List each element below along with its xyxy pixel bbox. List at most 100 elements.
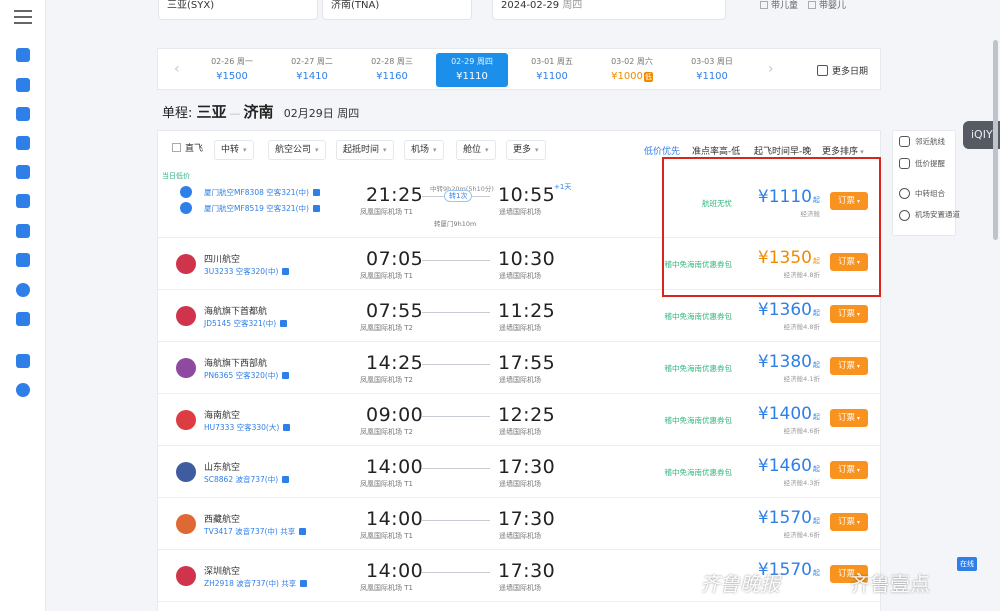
- flight-number[interactable]: PN6365 空客320(中): [204, 370, 290, 381]
- hotel-icon[interactable]: [16, 48, 30, 62]
- filter-cabin[interactable]: 舱位 ▾: [456, 140, 496, 160]
- cabin-class: 经济舱4.1折: [783, 375, 820, 383]
- date-tab[interactable]: 02-29 周四 ¥1110: [436, 53, 508, 87]
- price-alert-tool[interactable]: 低价提醒: [893, 153, 955, 175]
- price: ¥1460起: [757, 456, 820, 476]
- aircraft-info-icon[interactable]: [283, 424, 291, 431]
- date-tab[interactable]: 02-28 周三 ¥1160: [356, 53, 428, 87]
- transfer-combo-tool[interactable]: 中转组合: [893, 183, 955, 205]
- flight-number[interactable]: JD5145 空客321(中): [204, 318, 288, 329]
- service-icon[interactable]: [16, 383, 30, 397]
- ticket-icon[interactable]: [16, 165, 30, 179]
- departure-time: 09:00: [366, 404, 424, 426]
- global-icon[interactable]: [16, 283, 30, 297]
- filter-airport[interactable]: 机场 ▾: [404, 140, 444, 160]
- aircraft-info-icon[interactable]: [312, 189, 320, 196]
- online-badge[interactable]: 在线: [957, 557, 977, 571]
- aircraft-info-icon[interactable]: [312, 205, 320, 212]
- flight-number[interactable]: 厦门航空MF8519 空客321(中): [204, 203, 320, 214]
- date-tab-date: 03-01: [531, 57, 555, 66]
- aircraft-info-icon[interactable]: [299, 528, 307, 535]
- aircraft-info-icon[interactable]: [300, 580, 308, 587]
- hamburger-menu-icon[interactable]: [14, 10, 32, 24]
- flight-row[interactable]: 西藏航空 TV3417 波音737(中) 共享 14:00 17:30 凤凰国际机场 T…: [158, 498, 880, 550]
- flight-row[interactable]: 海航旗下首都航 JD5145 空客321(中) 07:55 11:25 凤凰国际机场 T…: [158, 290, 880, 342]
- promo-label[interactable]: 稽中免海南优惠券包: [665, 363, 733, 374]
- flight-number[interactable]: 厦门航空MF8308 空客321(中): [204, 187, 320, 198]
- aircraft-info-icon[interactable]: [282, 476, 290, 483]
- promo-label[interactable]: 稽中免海南优惠券包: [665, 311, 733, 322]
- flight-number[interactable]: SC8862 波音737(中): [204, 474, 290, 485]
- promo-label[interactable]: 稽中免海南优惠券包: [665, 467, 733, 478]
- flight-row[interactable]: 山东航空 SC8862 波音737(中) 14:00 17:30 凤凰国际机场 T1 遥墙…: [158, 446, 880, 498]
- transfer-city: 转厦门9h10m: [434, 220, 477, 228]
- transfer-badge[interactable]: 转1次: [444, 190, 473, 202]
- airline-name: 四川航空: [204, 255, 241, 265]
- departure-time: 14:00: [366, 456, 424, 478]
- highlight-box: [662, 157, 881, 297]
- flight-row[interactable]: 海航旗下西部航 PN6365 空客320(中) 14:25 17:55 凤凰国际机场 T…: [158, 342, 880, 394]
- date-tab-date: 03-03: [691, 57, 715, 66]
- route-line: [422, 468, 490, 469]
- book-button[interactable]: 订票 ▾: [830, 357, 868, 375]
- book-button[interactable]: 订票 ▾: [830, 513, 868, 531]
- promo-label[interactable]: 稽中免海南优惠券包: [665, 415, 733, 426]
- flight-row[interactable]: 海南航空 HU7333 空客330(大) 09:00 12:25 凤凰国际机场 T2 遥墙…: [158, 394, 880, 446]
- ship-icon[interactable]: [16, 224, 30, 238]
- sort-on-time[interactable]: 准点率高-低: [692, 144, 740, 157]
- scrollbar[interactable]: [993, 40, 998, 240]
- departure-airport: 凤凰国际机场 T1: [360, 584, 413, 592]
- card-icon[interactable]: [16, 312, 30, 326]
- airport-security-tool[interactable]: 机场安置通道: [893, 205, 960, 235]
- filter-more[interactable]: 更多 ▾: [506, 140, 546, 160]
- date-tab-price: ¥1500: [216, 71, 248, 82]
- infant-checkbox[interactable]: 带婴儿: [808, 0, 846, 12]
- flight-number[interactable]: TV3417 波音737(中) 共享: [204, 526, 307, 537]
- watermark-right: 齐鲁壹点: [850, 572, 930, 596]
- nonstop-checkbox[interactable]: 直飞: [172, 140, 209, 160]
- date-tab-date: 02-27: [291, 57, 315, 66]
- date-field[interactable]: 2024-02-29 周四: [492, 0, 726, 20]
- car-icon[interactable]: [16, 253, 30, 267]
- book-button[interactable]: 订票 ▾: [830, 305, 868, 323]
- bus-icon[interactable]: [16, 194, 30, 208]
- aircraft-info-icon[interactable]: [282, 268, 290, 275]
- side-tools: 邻近航线 低价提醒 中转组合 机场安置通道: [892, 130, 960, 236]
- flight-number[interactable]: 3U3233 空客320(中): [204, 266, 290, 277]
- date-tab[interactable]: 03-03 周日 ¥1100: [676, 53, 748, 87]
- filter-airline[interactable]: 航空公司 ▾: [268, 140, 326, 160]
- from-city-field[interactable]: 三亚(SYX): [158, 0, 318, 20]
- chevron-down-icon: ▾: [857, 519, 861, 526]
- sort-more[interactable]: 更多排序 ▾: [822, 144, 864, 157]
- flight-icon[interactable]: [16, 78, 30, 92]
- app-icon[interactable]: [16, 354, 30, 368]
- more-dates-button[interactable]: 更多日期: [816, 64, 868, 77]
- next-dates-icon[interactable]: ›: [768, 61, 774, 77]
- sort-departure[interactable]: 起飞时间早-晚: [754, 144, 811, 157]
- aircraft-info-icon[interactable]: [280, 320, 288, 327]
- date-tab[interactable]: 02-27 周二 ¥1410: [276, 53, 348, 87]
- date-tab[interactable]: 03-01 周五 ¥1100: [516, 53, 588, 87]
- date-tab[interactable]: 03-02 周六 ¥1000 低: [596, 53, 668, 87]
- filter-transfer[interactable]: 中转 ▾: [214, 140, 254, 160]
- vacation-icon[interactable]: [16, 136, 30, 150]
- date-strip: ‹ 02-26 周一 ¥1500 02-27 周二 ¥1410 02-28 周三 ¥116…: [157, 48, 881, 90]
- price: ¥1400起: [757, 404, 820, 424]
- airline-logo-icon: [176, 306, 196, 326]
- flight-number[interactable]: HU7333 空客330(大): [204, 422, 291, 433]
- sort-lowest-price[interactable]: 低价优先: [644, 144, 680, 157]
- flight-number[interactable]: ZH2918 波音737(中) 共享: [204, 578, 308, 589]
- train-icon[interactable]: [16, 107, 30, 121]
- child-checkbox[interactable]: 带儿童: [760, 0, 798, 12]
- filter-time[interactable]: 起抵时间 ▾: [336, 140, 394, 160]
- aircraft-info-icon[interactable]: [282, 372, 290, 379]
- book-button[interactable]: 订票 ▾: [830, 461, 868, 479]
- route-line: [422, 364, 490, 365]
- cabin-class: 经济舱4.6折: [783, 427, 820, 435]
- airline-name: 深圳航空: [204, 567, 241, 577]
- prev-dates-icon[interactable]: ‹: [174, 61, 180, 77]
- to-city-field[interactable]: 济南(TNA): [322, 0, 472, 20]
- nearby-route-tool[interactable]: 邻近航线: [893, 131, 955, 153]
- book-button[interactable]: 订票 ▾: [830, 409, 868, 427]
- date-tab[interactable]: 02-26 周一 ¥1500: [196, 53, 268, 87]
